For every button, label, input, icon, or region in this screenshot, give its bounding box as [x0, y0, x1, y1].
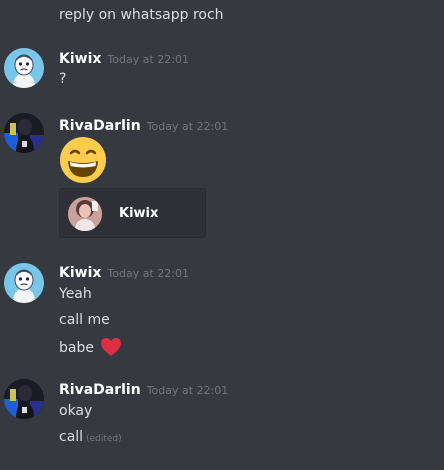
avatar[interactable] [4, 113, 44, 153]
timestamp: Today at 22:01 [146, 120, 229, 133]
username[interactable]: Kiwix [59, 265, 101, 281]
message-text: call [59, 429, 84, 445]
message-text: call me [59, 312, 110, 328]
username[interactable]: RivaDarlin [59, 382, 141, 398]
timestamp: Today at 22:01 [107, 53, 189, 66]
message-text: okay [59, 403, 93, 419]
user-embed-card[interactable]: Kiwix [59, 188, 206, 238]
grinning-face-emoji-icon [60, 137, 106, 183]
username[interactable]: Kiwix [59, 51, 101, 67]
message-text-with-heart: babe [59, 337, 122, 357]
chat-message-list: reply on whatsapp roch Kiwix Today at 22:… [0, 0, 444, 470]
avatar[interactable] [4, 379, 44, 419]
message-text: Yeah [59, 286, 92, 302]
embed-username: Kiwix [119, 206, 159, 221]
kiwix-avatar-icon [4, 263, 44, 303]
message-header: RivaDarlin Today at 22:01 [59, 380, 228, 400]
kiwix-avatar-icon [4, 48, 44, 88]
embed-avatar [68, 197, 102, 231]
username[interactable]: RivaDarlin [59, 118, 141, 134]
edited-label: (edited) [86, 434, 122, 444]
timestamp: Today at 22:01 [107, 267, 189, 280]
avatar[interactable] [4, 263, 44, 303]
message-text: babe [59, 340, 94, 356]
message-header: RivaDarlin Today at 22:01 [59, 116, 228, 136]
message-text-edited: call (edited) [59, 428, 122, 448]
rivadarlin-avatar-icon [4, 379, 44, 419]
message-header: Kiwix Today at 22:01 [59, 49, 189, 69]
message-header: Kiwix Today at 22:01 [59, 263, 189, 283]
avatar[interactable] [4, 48, 44, 88]
timestamp: Today at 22:01 [146, 384, 229, 397]
message-text: reply on whatsapp roch [59, 7, 224, 23]
embed-avatar-icon [68, 197, 102, 231]
red-heart-emoji-icon [101, 338, 122, 356]
rivadarlin-avatar-icon [4, 113, 44, 153]
message-text: ? [59, 71, 67, 87]
